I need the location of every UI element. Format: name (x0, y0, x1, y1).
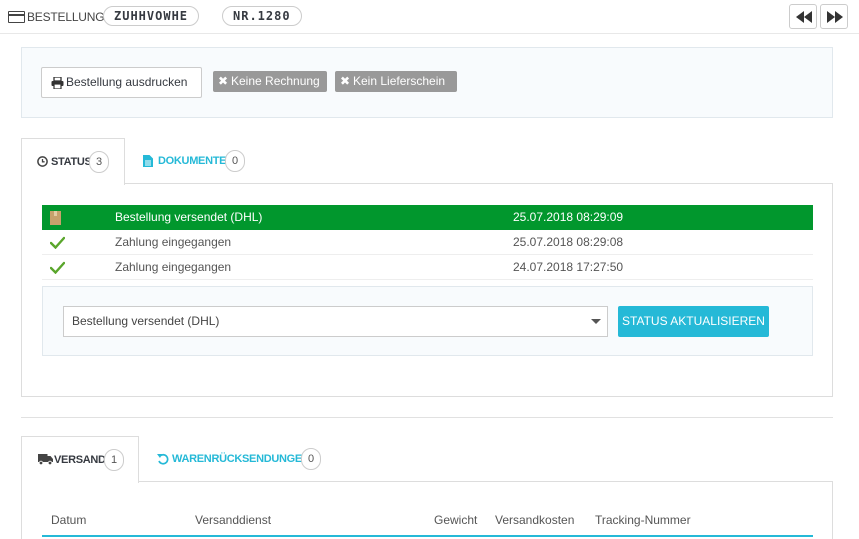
order-status-selected: Bestellung versendet (DHL) (72, 314, 220, 328)
history-state: Zahlung eingegangen (115, 260, 232, 274)
clock-icon (37, 156, 48, 167)
tab-status[interactable]: STATUS 3 (21, 138, 125, 185)
print-icon (51, 77, 64, 89)
tab-documents[interactable]: DOKUMENTE 0 (125, 138, 265, 183)
tab-returns-label: WARENRÜCKSENDUNGEN (172, 453, 310, 465)
close-icon: ✖ (340, 74, 351, 88)
previous-order-button[interactable] (789, 4, 817, 29)
update-status-button[interactable]: STATUS AKTUALISIEREN (618, 306, 769, 337)
tab-shipping-label: VERSAND (54, 454, 106, 466)
order-status-select[interactable]: Bestellung versendet (DHL) (63, 306, 608, 337)
column-header-shipping-cost: Versandkosten (495, 513, 575, 527)
table-header-underline (42, 535, 813, 537)
history-state: Bestellung versendet (DHL) (115, 210, 263, 224)
order-header: BESTELLUNG ZUHHVOWHE NR.1280 (0, 0, 859, 34)
credit-card-icon (8, 11, 25, 23)
print-order-label: Bestellung ausdrucken (66, 75, 188, 89)
section-divider (21, 417, 833, 418)
tab-documents-label: DOKUMENTE (158, 155, 227, 167)
print-order-button[interactable]: Bestellung ausdrucken (41, 67, 202, 98)
order-number-badge: NR.1280 (222, 6, 302, 26)
package-icon (50, 211, 61, 225)
next-order-button[interactable] (820, 4, 848, 29)
no-delivery-slip-label: Kein Lieferschein (353, 74, 446, 88)
tab-status-count: 3 (89, 151, 109, 173)
truck-icon (38, 454, 53, 465)
history-row: Zahlung eingegangen 24.07.2018 17:27:50 (42, 255, 813, 280)
column-header-date: Datum (51, 513, 87, 527)
backward-icon (796, 11, 812, 23)
order-actions-panel: Bestellung ausdrucken ✖ Keine Rechnung ✖… (21, 47, 833, 118)
page-title: BESTELLUNG (27, 10, 105, 24)
status-history-panel: Bestellung versendet (DHL) 25.07.2018 08… (21, 183, 833, 397)
history-state: Zahlung eingegangen (115, 235, 232, 249)
tab-shipping[interactable]: VERSAND 1 (21, 436, 139, 483)
column-header-carrier: Versanddienst (195, 513, 272, 527)
tab-shipping-count: 1 (104, 449, 124, 471)
history-row: Bestellung versendet (DHL) 25.07.2018 08… (42, 205, 813, 230)
close-icon: ✖ (218, 74, 229, 88)
column-header-tracking-number: Tracking-Nummer (595, 513, 691, 527)
history-date: 25.07.2018 08:29:09 (513, 210, 624, 224)
undo-icon (157, 453, 169, 465)
column-header-weight: Gewicht (434, 513, 478, 527)
file-icon (143, 155, 153, 167)
order-reference-badge: ZUHHVOWHE (103, 6, 200, 26)
chevron-down-icon (591, 319, 601, 324)
status-update-form: Bestellung versendet (DHL) STATUS AKTUAL… (42, 286, 813, 356)
history-date: 25.07.2018 08:29:08 (513, 235, 624, 249)
shipping-panel: Datum Versanddienst Gewicht Versandkoste… (21, 481, 833, 539)
tab-returns-count: 0 (301, 448, 321, 470)
tab-documents-count: 0 (225, 150, 245, 172)
history-row: Zahlung eingegangen 25.07.2018 08:29:08 (42, 230, 813, 255)
tab-status-label: STATUS (51, 156, 92, 168)
no-invoice-button[interactable]: ✖ Keine Rechnung (213, 71, 327, 92)
tab-returns[interactable]: WARENRÜCKSENDUNGEN 0 (139, 436, 329, 481)
no-delivery-slip-button[interactable]: ✖ Kein Lieferschein (335, 71, 457, 92)
forward-icon (827, 11, 843, 23)
history-date: 24.07.2018 17:27:50 (513, 260, 624, 274)
check-icon (50, 261, 65, 274)
no-invoice-label: Keine Rechnung (231, 74, 320, 88)
check-icon (50, 236, 65, 249)
